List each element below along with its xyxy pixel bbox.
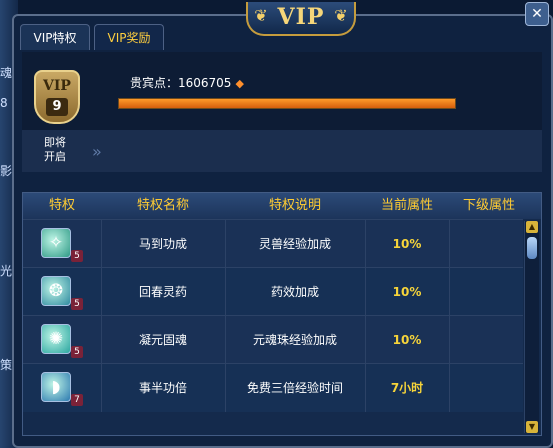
current-value: 10% (392, 333, 422, 347)
coming-soon-line1: 即将 (44, 136, 66, 149)
skill-level: 5 (71, 346, 83, 358)
next-value (449, 316, 523, 364)
current-value: 10% (392, 285, 422, 299)
privilege-description: 灵兽经验加成 (258, 237, 331, 251)
vip-points-label: 贵宾点：1606705 (130, 76, 232, 90)
vip-badge-icon: VIP 9 (34, 70, 80, 124)
background-glyph: 魂 (0, 66, 13, 80)
vip-panel: ❦ VIP ❦ ✕ VIP特权 VIP奖励 VIP 9 贵宾点：1606705 ◆… (12, 2, 553, 448)
tab-vip-rewards[interactable]: VIP奖励 (94, 24, 164, 50)
background-glyph: 策 (0, 358, 13, 372)
wave-skill-icon[interactable]: ◗ (41, 372, 71, 402)
next-value (449, 268, 523, 316)
spring-skill-icon[interactable]: ❂ (41, 276, 71, 306)
privilege-name: 凝元固魂 (138, 333, 187, 347)
skill-level: 5 (71, 250, 83, 262)
scroll-down-arrow-icon[interactable]: ▼ (526, 421, 538, 433)
tab-vip-privileges[interactable]: VIP特权 (20, 24, 90, 50)
background-glyph: 影 (0, 164, 13, 178)
current-value: 10% (392, 237, 422, 251)
table-row[interactable]: ✧ 5 马到功成 灵兽经验加成 10% (23, 219, 523, 268)
privilege-table: 特权 特权名称 特权说明 当前属性 下级属性 ✧ 5 马到功成 灵兽经验加成 1… (22, 192, 542, 436)
scroll-up-arrow-icon[interactable]: ▲ (526, 221, 538, 233)
coming-soon-label: 即将 开启 (44, 136, 74, 164)
vip-level: 9 (46, 98, 68, 116)
scroll-thumb[interactable] (527, 237, 537, 259)
coming-soon-line2: 开启 (44, 150, 66, 163)
header-next: 下级属性 (462, 198, 515, 213)
next-value (449, 364, 523, 412)
close-button[interactable]: ✕ (525, 2, 549, 26)
sun-skill-icon[interactable]: ✺ (41, 324, 71, 354)
skill-level: 5 (71, 298, 83, 310)
title-crest: ❦ VIP ❦ (246, 2, 356, 36)
privilege-description: 药效加成 (270, 285, 319, 299)
background-glyph: 光 (0, 264, 13, 278)
background-glyph: 8 (0, 96, 8, 110)
table-row[interactable]: ❂ 5 回春灵药 药效加成 10% (23, 267, 523, 316)
header-description: 特权说明 (268, 198, 321, 213)
skill-level: 7 (71, 394, 83, 406)
coming-soon-row: 即将 开启 » (22, 130, 542, 172)
header-current: 当前属性 (380, 198, 433, 213)
vip-progress-bar (118, 98, 456, 109)
table-row[interactable]: ✺ 5 凝元固魂 元魂珠经验加成 10% (23, 315, 523, 364)
table-header: 特权 特权名称 特权说明 当前属性 下级属性 (23, 193, 541, 219)
laurel-right-icon: ❦ (334, 6, 348, 25)
next-value (449, 220, 523, 268)
privilege-name: 马到功成 (138, 237, 187, 251)
table-scrollbar[interactable]: ▲ ▼ (524, 221, 539, 433)
table-row[interactable]: ◗ 7 事半功倍 免费三倍经验时间 7小时 (23, 363, 523, 412)
current-value: 7小时 (390, 381, 424, 395)
double-chevron-icon: » (92, 142, 102, 161)
privilege-name: 回春灵药 (138, 285, 187, 299)
privilege-name: 事半功倍 (138, 381, 187, 395)
vip-progress-fill (119, 99, 455, 108)
table-body: ✧ 5 马到功成 灵兽经验加成 10% ❂ 5 回春灵药 药效加成 10% ✺ … (23, 219, 523, 435)
privilege-description: 免费三倍经验时间 (246, 381, 343, 395)
header-privilege: 特权 (48, 198, 75, 213)
gem-icon: ◆ (235, 77, 244, 90)
horse-skill-icon[interactable]: ✧ (41, 228, 71, 258)
vip-badge-text: VIP (43, 78, 71, 94)
header-name: 特权名称 (136, 198, 189, 213)
privilege-description: 元魂珠经验加成 (252, 333, 337, 347)
vip-points: 贵宾点：1606705 ◆ (130, 74, 244, 91)
